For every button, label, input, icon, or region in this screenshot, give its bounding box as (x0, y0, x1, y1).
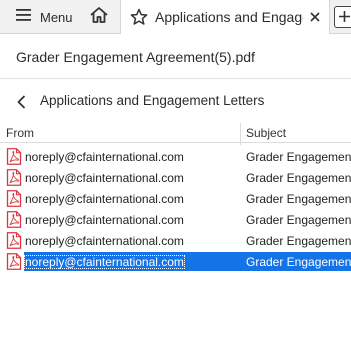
close-icon[interactable] (307, 9, 323, 25)
new-tab-button[interactable] (334, 6, 351, 28)
document-title: Grader Engagement Agreement(5).pdf (16, 49, 255, 65)
subject-text: Grader Engagement Agreement (246, 255, 351, 269)
tab-title: Applications and Engagement Letters (155, 9, 303, 25)
attachment-list: noreply@cfainternational.com Grader Enga… (0, 146, 351, 272)
subject-text: Grader Engagement Agreement (246, 192, 351, 206)
plus-icon (335, 11, 351, 30)
sender-email: noreply@cfainternational.com (25, 150, 184, 164)
divider (0, 78, 351, 79)
subject-text: Grader Engagement Agreement (246, 213, 351, 227)
hamburger-icon (16, 8, 31, 26)
list-item[interactable]: noreply@cfainternational.com Grader Enga… (0, 146, 351, 167)
home-icon (89, 6, 109, 29)
folder-header: Applications and Engagement Letters (0, 88, 351, 116)
sender-email: noreply@cfainternational.com (24, 255, 185, 269)
folder-title: Applications and Engagement Letters (40, 93, 265, 108)
subject-text: Grader Engagement Agreement (246, 171, 351, 185)
sender-email: noreply@cfainternational.com (25, 171, 184, 185)
list-header: From Subject (0, 123, 351, 145)
sender-email: noreply@cfainternational.com (25, 213, 184, 227)
list-item[interactable]: noreply@cfainternational.com Grader Enga… (0, 167, 351, 188)
column-header-from[interactable]: From (6, 126, 34, 140)
tab-document[interactable]: Applications and Engagement Letters (120, 0, 330, 34)
home-button[interactable] (80, 0, 118, 34)
sender-email: noreply@cfainternational.com (25, 192, 184, 206)
list-item[interactable]: noreply@cfainternational.com Grader Enga… (0, 209, 351, 230)
column-header-subject[interactable]: Subject (246, 126, 286, 140)
subject-text: Grader Engagement Agreement (246, 234, 351, 248)
column-divider[interactable] (240, 123, 241, 145)
menu-button[interactable]: Menu (0, 0, 76, 34)
sender-email: noreply@cfainternational.com (25, 234, 184, 248)
star-icon[interactable] (130, 8, 148, 31)
list-item[interactable]: noreply@cfainternational.com Grader Enga… (0, 188, 351, 209)
menu-label: Menu (40, 9, 73, 25)
pdf-file-icon (6, 253, 22, 275)
list-item[interactable]: noreply@cfainternational.com Grader Enga… (0, 230, 351, 251)
top-toolbar: Menu Applications and Engagement Letters (0, 0, 351, 34)
subject-text: Grader Engagement Agreement (246, 150, 351, 164)
chevron-left-icon[interactable] (12, 92, 32, 112)
list-item-selected[interactable]: noreply@cfainternational.com Grader Enga… (0, 251, 351, 272)
